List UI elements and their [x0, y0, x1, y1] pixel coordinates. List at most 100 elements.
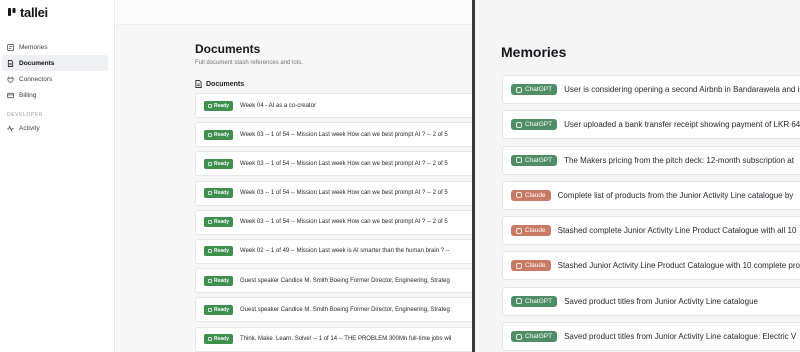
source-badge: ChatGPT: [511, 331, 558, 343]
source-badge: ChatGPT: [511, 84, 558, 95]
plug-icon: [7, 75, 14, 83]
memory-text: Saved product titles from Junior Activit…: [564, 332, 797, 342]
check-icon: [208, 161, 212, 166]
memory-row[interactable]: Claude Stashed complete Junior Activity …: [502, 216, 800, 246]
document-row[interactable]: Ready Guest speaker Candice M. Smith Boe…: [195, 268, 473, 294]
document-title: Week 03 -- 1 of 54 -- Mission Last week …: [240, 219, 448, 226]
chatgpt-icon: [516, 157, 522, 164]
check-icon: [208, 307, 212, 312]
sidebar-item-documents[interactable]: Documents: [2, 55, 108, 71]
documents-panel: Documents Full document stash references…: [116, 0, 473, 352]
credit-card-icon: [7, 92, 14, 98]
memory-text: Saved product titles from Junior Activit…: [564, 296, 758, 306]
status-badge: Ready: [204, 304, 234, 315]
source-label: Claude: [525, 191, 546, 199]
status-label: Ready: [214, 131, 230, 138]
document-title: Week 03 -- 1 of 54 -- Mission Last week …: [240, 160, 448, 167]
document-title: Week 04 - AI as a co-creator: [240, 102, 316, 109]
document-row[interactable]: Ready Guest speaker Candice M. Smith Boe…: [195, 297, 473, 323]
document-row[interactable]: Ready Week 03 -- 1 of 54 -- Mission Last…: [195, 122, 473, 148]
check-icon: [208, 132, 212, 137]
source-label: ChatGPT: [525, 156, 553, 164]
source-label: ChatGPT: [525, 333, 553, 341]
document-row[interactable]: Ready Week 03 -- 1 of 54 -- Mission Last…: [195, 209, 473, 235]
chatgpt-icon: [516, 86, 522, 93]
memory-text: User is considering opening a second Air…: [564, 85, 800, 94]
chatgpt-icon: [516, 298, 522, 305]
source-badge: Claude: [511, 225, 551, 237]
documents-section-header: Documents: [195, 80, 244, 88]
document-row[interactable]: Ready Week 02 -- 1 of 49 -- Mission Last…: [195, 238, 473, 264]
source-badge: ChatGPT: [511, 154, 558, 166]
check-icon: [208, 220, 212, 225]
sidebar-item-label: Billing: [19, 91, 37, 99]
memory-row[interactable]: Claude Stashed Junior Activity Line Prod…: [502, 251, 800, 281]
status-badge: Ready: [204, 158, 234, 169]
document-row[interactable]: Ready Week 03 -- 1 of 54 -- Mission Last…: [195, 151, 473, 177]
document-title: Guest speaker Candice M. Smith Boeing Fo…: [240, 277, 450, 284]
claude-icon: [516, 227, 522, 234]
sidebar: tallei Memories Documents Connectors Bil…: [0, 0, 115, 352]
memory-row[interactable]: ChatGPT User is considering opening a se…: [502, 75, 800, 104]
top-bar: [116, 0, 473, 25]
sidebar-item-activity[interactable]: Activity: [2, 120, 108, 136]
memory-row[interactable]: ChatGPT Saved product titles from Junior…: [502, 322, 800, 352]
sidebar-item-billing[interactable]: Billing: [2, 87, 108, 103]
status-label: Ready: [214, 336, 230, 342]
app-name: tallei: [20, 4, 48, 20]
document-list: Ready Week 04 - AI as a co-creator Ready…: [195, 93, 473, 352]
memory-row[interactable]: ChatGPT Saved product titles from Junior…: [502, 286, 800, 316]
status-badge: Ready: [204, 275, 234, 286]
document-icon: [7, 59, 14, 67]
memory-list: ChatGPT User is considering opening a se…: [502, 75, 800, 352]
status-label: Ready: [214, 306, 230, 313]
check-icon: [208, 278, 212, 283]
memory-row[interactable]: ChatGPT User uploaded a bank transfer re…: [502, 110, 800, 140]
chatgpt-icon: [516, 121, 522, 128]
source-label: Claude: [525, 262, 546, 270]
document-title: Think. Make. Learn. Solve! -- 1 of 14 --…: [240, 336, 452, 342]
section-label: Documents: [206, 80, 245, 88]
source-badge: Claude: [511, 189, 551, 201]
sidebar-item-memories[interactable]: Memories: [2, 39, 108, 55]
source-label: ChatGPT: [525, 297, 553, 305]
document-row[interactable]: Ready Think. Make. Learn. Solve! -- 1 of…: [195, 326, 473, 352]
sidebar-section-developer: DEVELOPER: [7, 112, 43, 118]
status-label: Ready: [214, 248, 230, 255]
sidebar-item-label: Documents: [19, 59, 55, 67]
status-badge: Ready: [204, 129, 234, 140]
status-badge: Ready: [204, 217, 234, 228]
memory-card-icon: [7, 43, 14, 51]
page-title: Documents: [195, 42, 261, 56]
sidebar-nav: Memories Documents Connectors Billing DE…: [2, 39, 108, 136]
sidebar-item-connectors[interactable]: Connectors: [2, 71, 108, 87]
status-label: Ready: [214, 190, 230, 197]
status-label: Ready: [214, 219, 230, 226]
memory-row[interactable]: Claude Complete list of products from th…: [502, 180, 800, 210]
sidebar-item-label: Activity: [19, 124, 40, 132]
source-label: ChatGPT: [525, 86, 553, 93]
check-icon: [208, 191, 212, 196]
check-icon: [208, 249, 212, 254]
memory-text: User uploaded a bank transfer receipt sh…: [564, 120, 800, 130]
status-badge: Ready: [204, 246, 234, 257]
sidebar-item-label: Memories: [19, 43, 48, 51]
document-title: Week 02 -- 1 of 49 -- Mission Last week …: [240, 248, 450, 255]
status-label: Ready: [214, 277, 230, 284]
app-logo[interactable]: tallei: [7, 4, 48, 20]
document-title: Week 03 -- 1 of 54 -- Mission Last week …: [240, 190, 448, 197]
chatgpt-icon: [516, 333, 522, 340]
document-row[interactable]: Ready Week 04 - AI as a co-creator: [195, 93, 473, 118]
source-badge: ChatGPT: [511, 119, 558, 131]
activity-pulse-icon: [7, 124, 14, 132]
check-icon: [208, 103, 212, 108]
claude-icon: [516, 192, 522, 199]
source-badge: ChatGPT: [511, 295, 558, 307]
status-badge: Ready: [204, 188, 234, 199]
document-title: Week 03 -- 1 of 54 -- Mission Last week …: [240, 131, 448, 138]
status-label: Ready: [214, 160, 230, 167]
memory-row[interactable]: ChatGPT The Makers pricing from the pitc…: [502, 145, 800, 175]
document-row[interactable]: Ready Week 03 -- 1 of 54 -- Mission Last…: [195, 180, 473, 206]
memory-text: The Makers pricing from the pitch deck: …: [564, 155, 794, 165]
document-title: Guest speaker Candice M. Smith Boeing Fo…: [240, 306, 450, 313]
